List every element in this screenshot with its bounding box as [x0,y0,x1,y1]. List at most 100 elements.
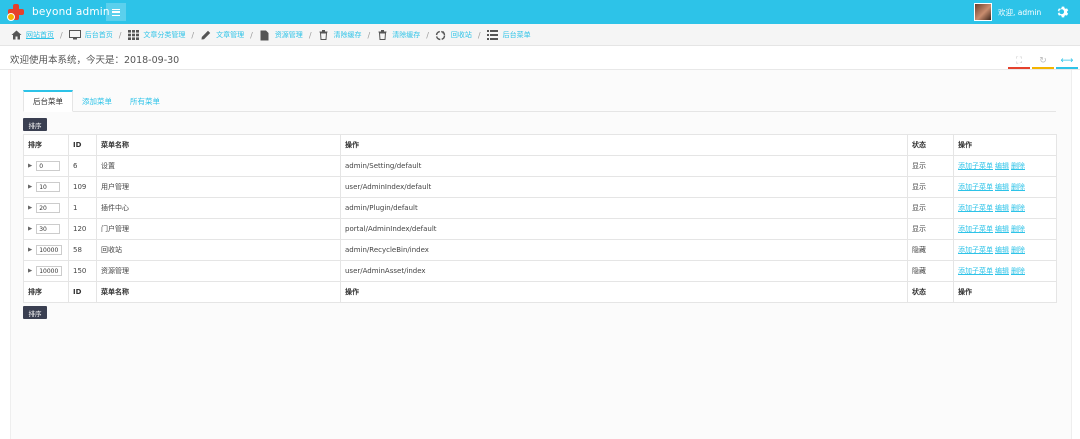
row-status: 显示 [907,176,954,198]
tab-all-menus[interactable]: 所有菜单 [121,90,169,112]
add-submenu-link[interactable]: 添加子菜单 [958,183,993,191]
breadcrumb-item-clear-cache-2[interactable]: 清除缓存 [376,30,420,41]
table-header-row: 排序 ID 菜单名称 操作 状态 操作 [23,134,1057,156]
add-submenu-link[interactable]: 添加子菜单 [958,267,993,275]
col-header-sort: 排序 [23,134,69,156]
breadcrumb-item-recycle-bin[interactable]: 回收站 [435,30,472,41]
col-header-name: 菜单名称 [96,134,341,156]
breadcrumb-item-home[interactable]: 网站首页 [10,30,54,41]
expand-icon[interactable]: ▶ [28,247,32,253]
delete-link[interactable]: 删除 [1011,162,1025,170]
breadcrumb-item-resources[interactable]: 资源管理 [259,30,303,41]
table-row: ▶ 109 用户管理 user/AdminIndex/default 显示 添加… [23,176,1057,198]
row-name: 回收站 [96,239,341,261]
fullscreen-button[interactable]: ⛶ [1008,53,1030,69]
breadcrumb-item-clear-cache-1[interactable]: 清除缓存 [318,30,362,41]
sort-input[interactable] [36,245,63,255]
user-menu[interactable]: 欢迎, admin [974,2,1041,22]
table-row: ▶ 6 设置 admin/Setting/default 显示 添加子菜单编辑删… [23,155,1057,177]
menu-table: 排序 ID 菜单名称 操作 状态 操作 ▶ 6 设置 admin/Setting… [23,134,1057,303]
row-status: 隐藏 [907,239,954,261]
brand[interactable]: beyond admin [6,2,110,22]
breadcrumb-item-category[interactable]: 文章分类管理 [127,30,185,41]
home-icon [10,30,22,41]
tab-add-menu[interactable]: 添加菜单 [73,90,121,112]
col-header-status: 状态 [907,134,954,156]
sort-input[interactable] [36,203,61,213]
row-name: 设置 [96,155,341,177]
refresh-button[interactable]: ↻ [1032,53,1054,69]
expand-icon[interactable]: ▶ [28,226,32,232]
row-id: 6 [68,155,97,177]
sort-input[interactable] [36,161,61,171]
delete-link[interactable]: 删除 [1011,246,1025,254]
edit-link[interactable]: 编辑 [995,162,1009,170]
row-action: user/AdminIndex/default [340,176,908,198]
col-footer-status: 状态 [907,281,954,303]
user-greeting: 欢迎, admin [998,7,1042,17]
list-icon [487,30,499,41]
add-submenu-link[interactable]: 添加子菜单 [958,162,993,170]
edit-link[interactable]: 编辑 [995,246,1009,254]
logo-icon [6,2,26,22]
breadcrumb-item-admin-menu[interactable]: 后台菜单 [487,30,531,41]
row-status: 隐藏 [907,260,954,282]
col-footer-name: 菜单名称 [96,281,341,303]
tab-admin-menu[interactable]: 后台菜单 [23,90,73,112]
row-id: 1 [68,197,97,219]
delete-link[interactable]: 删除 [1011,204,1025,212]
sort-button-bottom[interactable]: 排序 [23,306,47,319]
sidebar-toggle-button[interactable] [106,3,126,21]
row-id: 150 [68,260,97,282]
trash-icon [318,30,330,41]
edit-link[interactable]: 编辑 [995,183,1009,191]
edit-link[interactable]: 编辑 [995,267,1009,275]
breadcrumb-item-articles[interactable]: 文章管理 [200,30,244,41]
grid-icon [127,30,139,41]
breadcrumb: 网站首页 / 后台首页 / 文章分类管理 / 文章管理 / 资源管理 / 清除缓… [10,24,531,46]
row-name: 门户管理 [96,218,341,240]
desktop-icon [68,30,81,41]
col-footer-operations: 操作 [953,281,1057,303]
add-submenu-link[interactable]: 添加子菜单 [958,225,993,233]
col-header-operations: 操作 [953,134,1057,156]
sort-input[interactable] [36,224,61,234]
row-name: 插件中心 [96,197,341,219]
delete-link[interactable]: 删除 [1011,267,1025,275]
collapse-button[interactable]: ⟷ [1056,53,1078,69]
breadcrumb-item-dashboard[interactable]: 后台首页 [68,30,113,41]
row-action: user/AdminAsset/index [340,260,908,282]
file-icon [259,30,271,41]
gear-icon[interactable] [1056,5,1070,19]
add-submenu-link[interactable]: 添加子菜单 [958,204,993,212]
row-action: admin/Setting/default [340,155,908,177]
row-name: 资源管理 [96,260,341,282]
row-id: 58 [68,239,97,261]
expand-icon[interactable]: ▶ [28,205,32,211]
hamburger-icon [112,8,120,16]
add-submenu-link[interactable]: 添加子菜单 [958,246,993,254]
col-header-action: 操作 [340,134,908,156]
row-name: 用户管理 [96,176,341,198]
col-footer-id: ID [68,281,97,303]
expand-icon[interactable]: ▶ [28,184,32,190]
pencil-icon [200,30,212,41]
tab-bar: 后台菜单 添加菜单 所有菜单 [23,90,1056,112]
col-footer-action: 操作 [340,281,908,303]
row-action: admin/RecycleBin/index [340,239,908,261]
expand-icon[interactable]: ▶ [28,163,32,169]
breadcrumb-bar: 网站首页 / 后台首页 / 文章分类管理 / 文章管理 / 资源管理 / 清除缓… [0,24,1080,46]
recycle-icon [435,30,447,41]
sort-input[interactable] [36,182,61,192]
edit-link[interactable]: 编辑 [995,204,1009,212]
avatar [974,3,992,21]
sort-button-top[interactable]: 排序 [23,118,47,131]
expand-icon[interactable]: ▶ [28,268,32,274]
fullscreen-icon: ⛶ [1015,56,1023,66]
edit-link[interactable]: 编辑 [995,225,1009,233]
delete-link[interactable]: 删除 [1011,183,1025,191]
row-action: admin/Plugin/default [340,197,908,219]
delete-link[interactable]: 删除 [1011,225,1025,233]
sort-input[interactable] [36,266,63,276]
col-footer-sort: 排序 [23,281,69,303]
